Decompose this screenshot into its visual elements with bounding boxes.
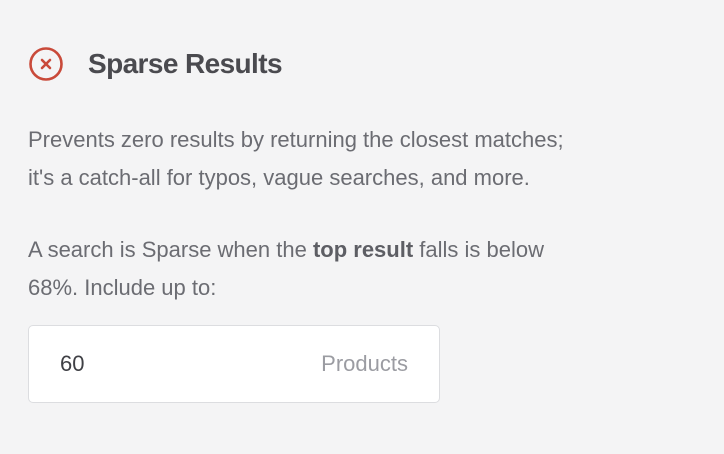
description-line-2: it's a catch-all for typos, vague search… [28, 165, 530, 190]
section-header: Sparse Results [28, 46, 283, 82]
rule-line-2: 68%. Include up to: [28, 275, 217, 300]
rule-emphasis: top result [312, 237, 414, 262]
sparse-rule-text: A search is Sparse when the top result f… [28, 231, 708, 307]
close-circle-icon [29, 47, 63, 81]
sparse-results-panel: Sparse Results Prevents zero results by … [0, 0, 724, 454]
rule-prefix: A search is Sparse when the [28, 237, 313, 262]
product-limit-value[interactable]: 60 [60, 351, 84, 377]
description-line-1: Prevents zero results by returning the c… [28, 127, 564, 152]
section-description: Prevents zero results by returning the c… [28, 121, 708, 197]
product-limit-input[interactable]: 60 Products [28, 325, 440, 403]
rule-suffix: falls is below [413, 237, 545, 262]
product-limit-unit: Products [321, 351, 408, 376]
section-title: Sparse Results [88, 48, 283, 79]
